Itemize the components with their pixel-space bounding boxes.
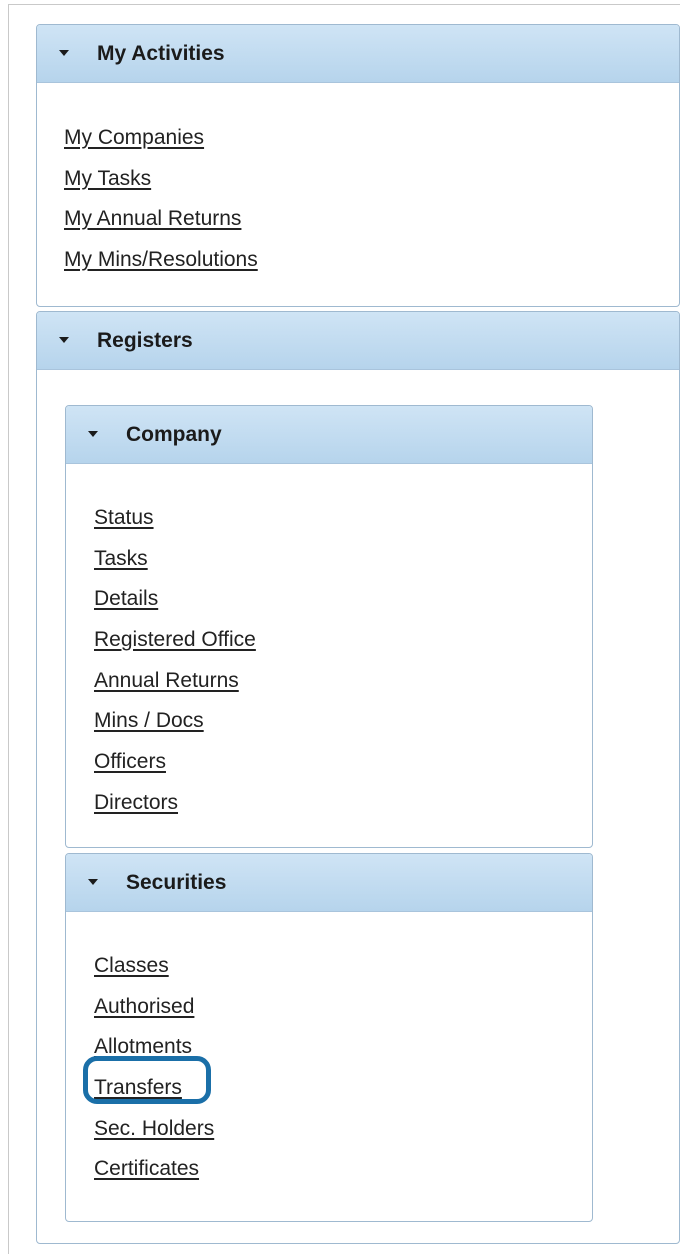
link-tasks[interactable]: Tasks	[94, 547, 148, 570]
link-officers[interactable]: Officers	[94, 750, 166, 773]
registers-header[interactable]: Registers	[37, 312, 679, 370]
company-title: Company	[126, 423, 222, 446]
link-directors[interactable]: Directors	[94, 791, 178, 814]
list-item: Tasks	[94, 539, 256, 580]
securities-panel: Securities Classes Authorised Allotments…	[65, 853, 593, 1222]
caret-down-icon	[88, 431, 98, 437]
link-my-annual-returns[interactable]: My Annual Returns	[64, 207, 241, 230]
transfers-highlight-outline	[83, 1056, 211, 1104]
list-item: Sec. Holders	[94, 1109, 214, 1150]
frame-top-border	[8, 4, 680, 5]
list-item: My Tasks	[64, 159, 258, 200]
link-registered-office[interactable]: Registered Office	[94, 628, 256, 651]
link-classes[interactable]: Classes	[94, 954, 169, 977]
caret-down-icon	[59, 337, 69, 343]
list-item: My Mins/Resolutions	[64, 240, 258, 281]
link-my-tasks[interactable]: My Tasks	[64, 167, 151, 190]
link-my-companies[interactable]: My Companies	[64, 126, 204, 149]
list-item: Certificates	[94, 1149, 214, 1190]
link-allotments[interactable]: Allotments	[94, 1035, 192, 1058]
my-activities-panel: My Activities My Companies My Tasks My A…	[36, 24, 680, 307]
list-item: My Annual Returns	[64, 199, 258, 240]
frame-left-border	[8, 4, 9, 1254]
securities-title: Securities	[126, 871, 227, 894]
link-certificates[interactable]: Certificates	[94, 1157, 199, 1180]
list-item: Annual Returns	[94, 661, 256, 702]
company-panel: Company Status Tasks Details Registered …	[65, 405, 593, 848]
link-my-mins-resolutions[interactable]: My Mins/Resolutions	[64, 248, 258, 271]
list-item: Officers	[94, 742, 256, 783]
list-item: Status	[94, 498, 256, 539]
company-header[interactable]: Company	[66, 406, 592, 464]
link-status[interactable]: Status	[94, 506, 154, 529]
registers-title: Registers	[97, 329, 193, 352]
securities-header[interactable]: Securities	[66, 854, 592, 912]
link-authorised[interactable]: Authorised	[94, 995, 194, 1018]
list-item: Mins / Docs	[94, 701, 256, 742]
my-activities-links: My Companies My Tasks My Annual Returns …	[64, 118, 258, 281]
link-sec-holders[interactable]: Sec. Holders	[94, 1117, 214, 1140]
caret-down-icon	[59, 50, 69, 56]
list-item: Directors	[94, 783, 256, 824]
registers-panel: Registers Company Status Tasks Details R…	[36, 311, 680, 1244]
company-links: Status Tasks Details Registered Office A…	[94, 498, 256, 824]
caret-down-icon	[88, 879, 98, 885]
link-annual-returns[interactable]: Annual Returns	[94, 669, 239, 692]
my-activities-header[interactable]: My Activities	[37, 25, 679, 83]
list-item: Details	[94, 579, 256, 620]
link-details[interactable]: Details	[94, 587, 158, 610]
link-mins-docs[interactable]: Mins / Docs	[94, 709, 204, 732]
list-item: Classes	[94, 946, 214, 987]
list-item: Authorised	[94, 987, 214, 1028]
list-item: My Companies	[64, 118, 258, 159]
my-activities-title: My Activities	[97, 42, 225, 65]
list-item: Registered Office	[94, 620, 256, 661]
